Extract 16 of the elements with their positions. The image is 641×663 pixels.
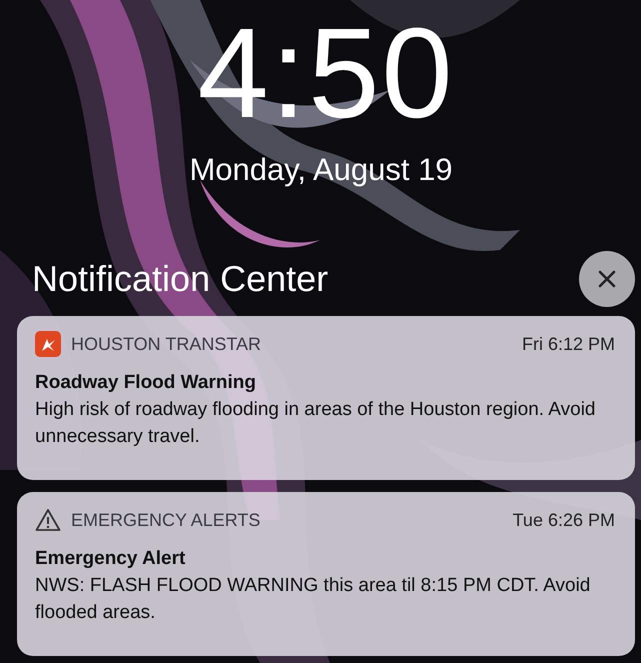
notification-body: NWS: FLASH FLOOD WARNING this area til 8:15 PM CDT. Avoid flooded areas.: [35, 574, 592, 625]
notification-card[interactable]: HOUSTON TRANSTAR Fri 6:12 PM Roadway Flood Warning High risk of roadway flooding in areas of the Houston region. Avoid unnecessary travel.: [17, 316, 635, 480]
notification-body: High risk of roadway flooding in areas of the Houston region. Avoid unnecessary travel.: [35, 398, 596, 449]
lock-date: Monday, August 19: [189, 152, 453, 188]
lock-time: 4:50: [197, 4, 455, 144]
close-icon: [597, 269, 617, 289]
notification-time: Fri 6:12 PM: [522, 334, 615, 354]
app-icon: [35, 331, 61, 357]
notification-title: Roadway Flood Warning: [35, 372, 257, 394]
app-name: EMERGENCY ALERTS: [71, 510, 262, 530]
notification-title: Emergency Alert: [35, 548, 186, 570]
warning-icon: [35, 508, 61, 532]
app-name: HOUSTON TRANSTAR: [71, 334, 262, 354]
notification-center-title: Notification Center: [32, 258, 328, 300]
notification-time: Tue 6:26 PM: [512, 510, 615, 530]
notification-card[interactable]: EMERGENCY ALERTS Tue 6:26 PM Emergency Alert NWS: FLASH FLOOD WARNING this area til 8:15 PM CDT. Avoid flooded areas.: [17, 492, 635, 656]
